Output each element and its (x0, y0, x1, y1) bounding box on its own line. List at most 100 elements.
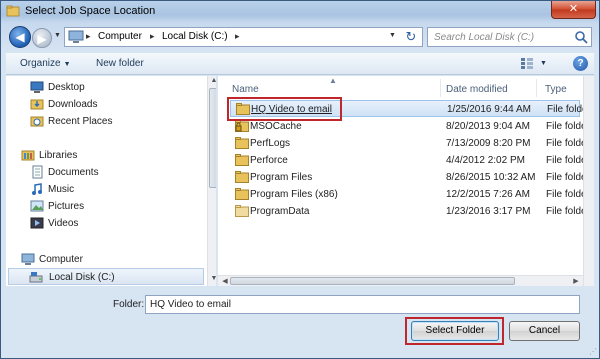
folder-icon (235, 137, 249, 149)
file-name: Program Files (250, 172, 313, 183)
scroll-up-icon[interactable]: ▲ (208, 77, 216, 84)
sidebar-item-downloads[interactable]: Downloads (30, 96, 190, 113)
title-bar: Select Job Space Location ✕ (1, 1, 599, 21)
file-date: 8/20/2013 9:04 AM (446, 121, 530, 132)
cancel-button[interactable]: Cancel (509, 321, 580, 341)
scroll-right-icon[interactable]: ▶ (570, 277, 582, 285)
folder-icon (235, 205, 249, 217)
folder-name-input[interactable]: HQ Video to email (145, 295, 580, 314)
file-row[interactable]: Program Files 8/26/2015 10:32 AM File fo… (230, 169, 590, 186)
sidebar-item-label: Downloads (48, 99, 98, 110)
sidebar-item-label: Recent Places (48, 116, 113, 127)
folder-icon (235, 154, 249, 166)
sidebar-item-pictures[interactable]: Pictures (30, 198, 190, 215)
organize-label: Organize (20, 58, 61, 69)
downloads-icon (30, 99, 44, 110)
locked-folder-icon (235, 120, 249, 132)
sidebar-item-label: Desktop (48, 82, 85, 93)
file-name: MSOCache (250, 121, 302, 132)
refresh-icon[interactable]: ↻ (402, 28, 420, 46)
documents-icon (32, 165, 43, 179)
file-name: ProgramData (250, 206, 310, 217)
address-bar[interactable]: ▸ Computer ▸ Local Disk (C:) ▸ (64, 27, 423, 47)
view-options-dropdown-icon[interactable]: ▼ (540, 60, 547, 67)
column-header-label: Date modified (446, 84, 508, 95)
close-button[interactable]: ✕ (551, 1, 596, 19)
file-row[interactable]: PerfLogs 7/13/2009 8:20 PM File folder (230, 135, 590, 152)
sidebar-item-music[interactable]: Music (30, 181, 190, 198)
computer-icon (21, 253, 35, 265)
desktop-icon (30, 81, 44, 93)
column-header-name[interactable]: Name (230, 76, 444, 98)
recent-places-icon (30, 116, 44, 127)
sidebar-item-documents[interactable]: Documents (30, 164, 190, 181)
column-header-date[interactable]: Date modified (444, 76, 540, 98)
address-segment-local-disk[interactable]: Local Disk (C:) (162, 31, 228, 42)
scrollbar-thumb[interactable] (230, 277, 515, 285)
sidebar-item-computer[interactable]: Computer (21, 251, 191, 268)
libraries-icon (21, 150, 35, 161)
navigation-scrollbar[interactable]: ▲ ▼ (207, 76, 216, 286)
file-date: 12/2/2015 7:26 AM (446, 189, 530, 200)
folder-app-icon (6, 5, 20, 17)
resize-grip-icon[interactable]: ⋰ (589, 347, 599, 357)
videos-icon (30, 217, 44, 229)
change-view-icon[interactable] (520, 57, 534, 70)
file-list-horizontal-scrollbar[interactable]: ◀ ▶ (218, 275, 583, 286)
address-separator[interactable]: ▸ (150, 31, 155, 42)
chevron-down-icon: ▼ (63, 61, 71, 68)
search-placeholder: Search Local Disk (C:) (434, 32, 535, 43)
organize-button[interactable]: Organize ▼ (20, 58, 71, 69)
scroll-down-icon[interactable]: ▼ (208, 275, 216, 282)
search-input[interactable]: Search Local Disk (C:) (427, 27, 592, 47)
sidebar-item-label: Computer (39, 254, 83, 265)
folder-label: Folder: (113, 299, 145, 310)
file-list-vertical-scrollbar[interactable] (583, 76, 594, 286)
column-divider[interactable] (440, 79, 441, 97)
file-date: 4/4/2012 2:02 PM (446, 155, 525, 166)
file-list-pane: ▲ Name Date modified Type HQ Video to em… (218, 76, 594, 286)
new-folder-button[interactable]: New folder (96, 58, 144, 69)
file-row[interactable]: Perforce 4/4/2012 2:02 PM File folder (230, 152, 590, 169)
navigation-pane: Desktop Downloads Recent Places Librarie… (6, 76, 216, 286)
back-button[interactable]: ◀ (9, 26, 31, 48)
sidebar-item-label: Pictures (48, 201, 85, 212)
address-segment-computer[interactable]: Computer (98, 31, 142, 42)
file-date: 1/23/2016 3:17 PM (446, 206, 531, 217)
recent-pages-dropdown-icon[interactable]: ▼ (54, 32, 62, 44)
address-dropdown-icon[interactable]: ▼ (389, 32, 396, 39)
column-header-label: Type (545, 84, 567, 95)
column-header-type[interactable]: Type (540, 76, 580, 98)
address-separator[interactable]: ▸ (235, 31, 240, 42)
command-bar: Organize ▼ New folder ▼ ? (6, 53, 594, 75)
file-name: Program Files (x86) (250, 189, 338, 200)
forward-arrow-icon: ▶ (37, 32, 47, 46)
folder-icon (235, 188, 249, 200)
sidebar-item-local-disk[interactable]: Local Disk (C:) (8, 268, 204, 285)
column-header-label: Name (232, 84, 259, 95)
sidebar-item-desktop[interactable]: Desktop (30, 79, 190, 96)
search-icon[interactable] (574, 30, 588, 44)
drive-icon (29, 272, 43, 283)
back-arrow-icon: ◀ (15, 30, 25, 44)
scrollbar-thumb[interactable] (209, 88, 216, 188)
file-name: PerfLogs (250, 138, 291, 149)
window-title: Select Job Space Location (25, 5, 156, 17)
sidebar-item-label: Libraries (39, 150, 78, 161)
sidebar-item-recent-places[interactable]: Recent Places (30, 113, 190, 130)
file-date: 1/25/2016 9:44 AM (447, 104, 531, 115)
sidebar-item-libraries[interactable]: Libraries (21, 147, 191, 164)
column-divider[interactable] (536, 79, 537, 97)
file-row[interactable]: ProgramData 1/23/2016 3:17 PM File folde… (230, 203, 590, 220)
sidebar-item-label: Local Disk (C:) (49, 272, 115, 283)
file-date: 7/13/2009 8:20 PM (446, 138, 531, 149)
dialog-window: Select Job Space Location ✕ ◀ ▶ ▼ ▸ Comp… (0, 0, 600, 359)
sidebar-item-videos[interactable]: Videos (30, 215, 190, 232)
highlight-box-selected-folder (227, 97, 342, 121)
help-icon[interactable]: ? (573, 56, 588, 71)
forward-button[interactable]: ▶ (32, 28, 52, 48)
file-row[interactable]: Program Files (x86) 12/2/2015 7:26 AM Fi… (230, 186, 590, 203)
sidebar-item-label: Videos (48, 218, 79, 229)
computer-icon (68, 30, 84, 43)
address-separator[interactable]: ▸ (86, 31, 91, 42)
